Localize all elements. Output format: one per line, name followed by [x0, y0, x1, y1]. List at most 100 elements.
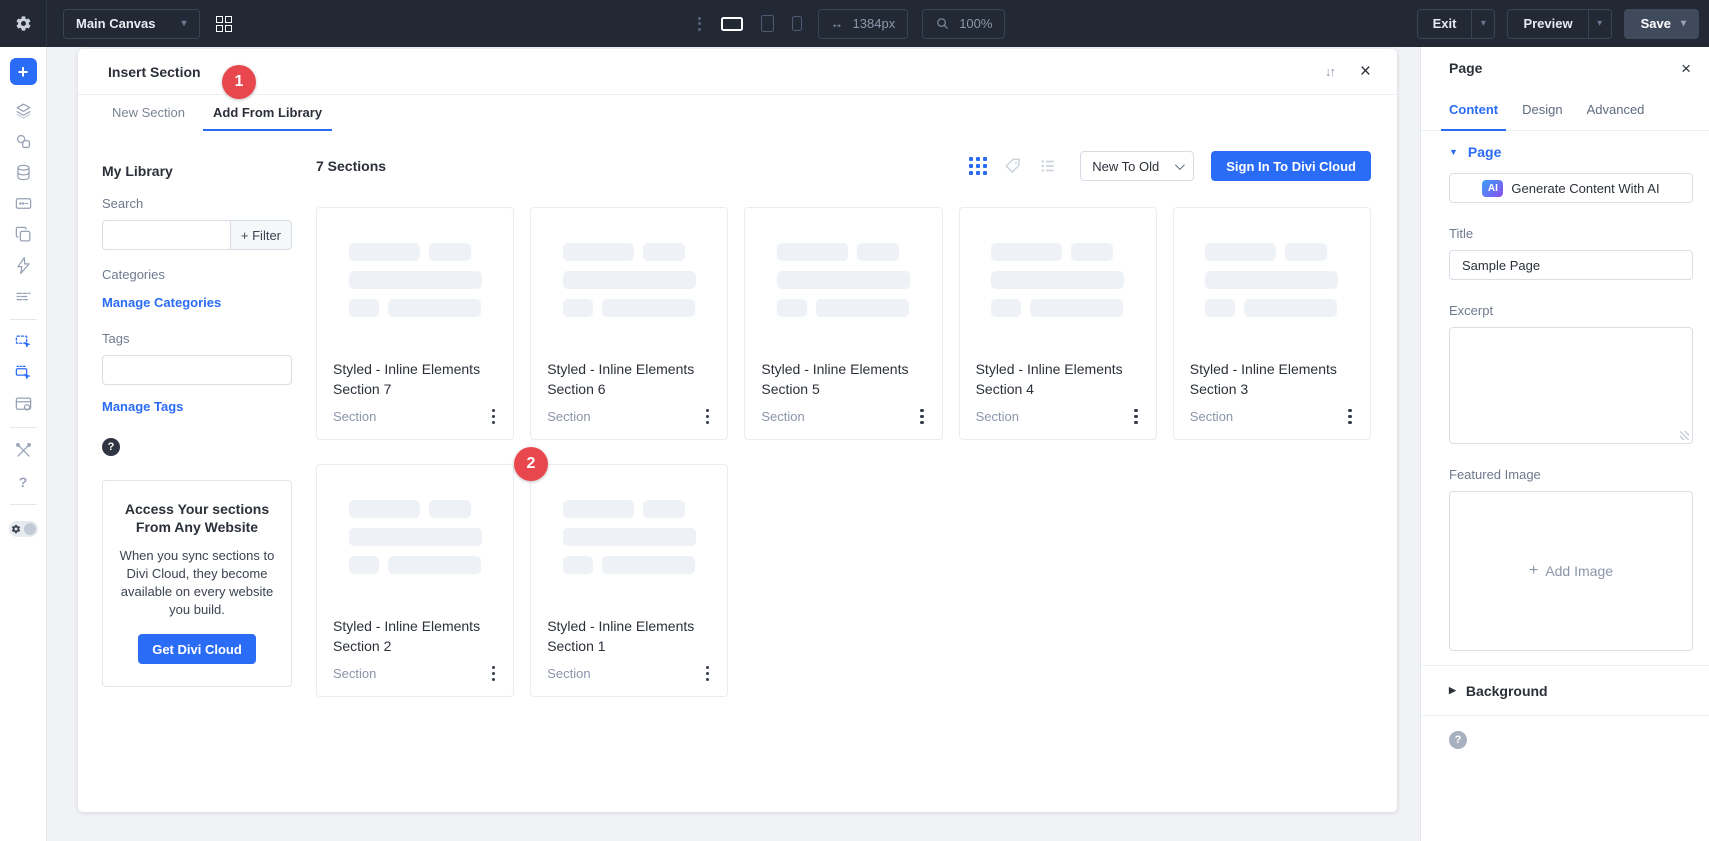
section-card[interactable]: Styled - Inline Elements Section 6 Secti… — [530, 207, 729, 440]
excerpt-textarea[interactable] — [1449, 327, 1693, 444]
card-title: Styled - Inline Elements Section 2 — [333, 618, 481, 654]
tab-new-section[interactable]: New Section — [102, 95, 195, 131]
card-options-kebab-icon[interactable] — [486, 662, 502, 686]
page-layout-icon[interactable] — [8, 389, 38, 420]
section-card[interactable]: Styled - Inline Elements Section 2 Secti… — [316, 464, 515, 697]
grid-view-icon[interactable] — [967, 155, 989, 177]
card-options-kebab-icon[interactable] — [700, 662, 716, 686]
phone-view-button[interactable] — [790, 14, 804, 33]
section-thumbnail-skeleton — [776, 243, 910, 317]
add-image-dropzone[interactable]: + Add Image — [1449, 491, 1693, 651]
skeleton-bar — [1030, 299, 1124, 317]
select-caret-icon — [1175, 159, 1186, 170]
skeleton-bar — [348, 500, 420, 518]
add-image-label: Add Image — [1545, 563, 1614, 579]
tablet-icon — [760, 15, 774, 32]
tags-input[interactable] — [102, 355, 292, 385]
manage-categories-link[interactable]: Manage Categories — [102, 295, 221, 310]
tab-advanced[interactable]: Advanced — [1579, 89, 1653, 131]
lightning-icon[interactable] — [8, 250, 38, 281]
card-options-kebab-icon[interactable] — [1128, 405, 1144, 429]
section-card[interactable]: Styled - Inline Elements Section 5 Secti… — [744, 207, 943, 440]
panel-close-icon[interactable]: × — [1681, 60, 1691, 77]
skeleton-bar — [1205, 243, 1277, 261]
builder-settings-gear-icon[interactable] — [0, 0, 46, 47]
sidebar-divider — [9, 319, 37, 320]
save-button[interactable]: Save ▾ — [1623, 8, 1699, 39]
layout-grid-button[interactable] — [215, 15, 232, 32]
skeleton-bar — [387, 299, 481, 317]
panel-help-icon[interactable]: ? — [1449, 731, 1467, 749]
add-button[interactable]: + — [9, 58, 37, 85]
card-options-kebab-icon[interactable] — [1342, 405, 1358, 429]
skeleton-bar — [348, 243, 420, 261]
insert-row-icon[interactable] — [8, 358, 38, 389]
preview-button[interactable]: Preview — [1508, 10, 1587, 38]
skeleton-bar — [387, 556, 481, 574]
tag-view-icon[interactable] — [1002, 155, 1024, 177]
tab-design[interactable]: Design — [1514, 89, 1570, 131]
canvas-selector[interactable]: Main Canvas ▾ — [63, 8, 200, 39]
database-icon[interactable] — [8, 157, 38, 188]
section-thumbnail-skeleton — [991, 243, 1125, 317]
sort-order-select[interactable]: New To Old — [1080, 151, 1195, 181]
card-options-kebab-icon[interactable] — [486, 405, 502, 429]
sections-count: 7 Sections — [316, 158, 387, 174]
canvas-width-field[interactable]: ↔ 1384px — [817, 8, 909, 39]
background-section-header[interactable]: ▶ Background — [1449, 666, 1693, 715]
skeleton-bar — [562, 500, 634, 518]
modal-header: Insert Section ↓↑ × — [78, 49, 1397, 95]
skeleton-bar — [856, 243, 899, 261]
card-options-kebab-icon[interactable] — [700, 405, 716, 429]
card-type: Section — [547, 408, 591, 424]
layers-icon[interactable] — [8, 95, 38, 126]
skeleton-bar — [776, 243, 848, 261]
card-options-kebab-icon[interactable] — [914, 405, 930, 429]
sort-order-value: New To Old — [1092, 158, 1160, 174]
skeleton-bar — [348, 299, 379, 317]
tab-add-from-library[interactable]: Add From Library — [202, 95, 333, 131]
promo-heading: Access Your sections From Any Website — [124, 501, 270, 536]
resize-grip-icon[interactable] — [1680, 431, 1689, 440]
section-card-grid: 2 Styled - Inline Elements Section 7 Sec… — [316, 207, 1371, 697]
exit-button[interactable]: Exit — [1418, 10, 1472, 38]
get-divi-cloud-button[interactable]: Get Divi Cloud — [138, 634, 256, 665]
canvas-zoom-field[interactable]: 100% — [922, 8, 1006, 39]
list-view-icon[interactable] — [1037, 155, 1059, 177]
section-card[interactable]: Styled - Inline Elements Section 3 Secti… — [1172, 207, 1371, 440]
section-thumbnail-skeleton — [1205, 243, 1339, 317]
help-icon[interactable]: ? — [8, 466, 38, 497]
text-rows-icon[interactable] — [8, 281, 38, 312]
generate-content-ai-button[interactable]: AI Generate Content With AI — [1449, 173, 1693, 203]
close-icon[interactable]: × — [1360, 62, 1371, 81]
section-card[interactable]: Styled - Inline Elements Section 7 Secti… — [316, 207, 515, 440]
library-help-icon[interactable]: ? — [102, 438, 120, 456]
section-card[interactable]: Styled - Inline Elements Section 4 Secti… — [958, 207, 1157, 440]
skeleton-bar — [428, 243, 471, 261]
exit-dropdown-chevron-icon[interactable]: ▾ — [1471, 9, 1494, 38]
filter-button[interactable]: + Filter — [229, 220, 292, 250]
skeleton-bar — [1205, 271, 1339, 289]
page-section-header[interactable]: ▼ Page — [1449, 144, 1501, 160]
sign-in-divi-cloud-button[interactable]: Sign In To Divi Cloud — [1211, 151, 1371, 181]
preview-dropdown-chevron-icon[interactable]: ▾ — [1587, 9, 1611, 38]
desktop-view-button[interactable] — [719, 15, 745, 33]
field-card-icon[interactable] — [8, 188, 38, 219]
section-thumbnail-skeleton — [348, 500, 482, 574]
tab-content[interactable]: Content — [1441, 89, 1507, 131]
search-input[interactable] — [102, 220, 230, 250]
tablet-view-button[interactable] — [759, 13, 776, 34]
settings-toggle[interactable] — [8, 521, 38, 537]
sort-arrows-icon[interactable]: ↓↑ — [1325, 64, 1336, 79]
manage-tags-link[interactable]: Manage Tags — [102, 399, 183, 414]
insert-section-icon[interactable] — [8, 327, 38, 358]
section-thumbnail-skeleton — [562, 243, 696, 317]
utilities-tools-icon[interactable] — [8, 435, 38, 466]
more-options-kebab-icon[interactable] — [694, 13, 705, 35]
section-card[interactable]: Styled - Inline Elements Section 1 Secti… — [530, 464, 729, 697]
design-shapes-icon[interactable] — [8, 126, 38, 157]
grid-square — [224, 15, 232, 23]
copy-pages-icon[interactable] — [8, 219, 38, 250]
page-title-input[interactable] — [1449, 250, 1693, 280]
skeleton-bar — [428, 500, 471, 518]
